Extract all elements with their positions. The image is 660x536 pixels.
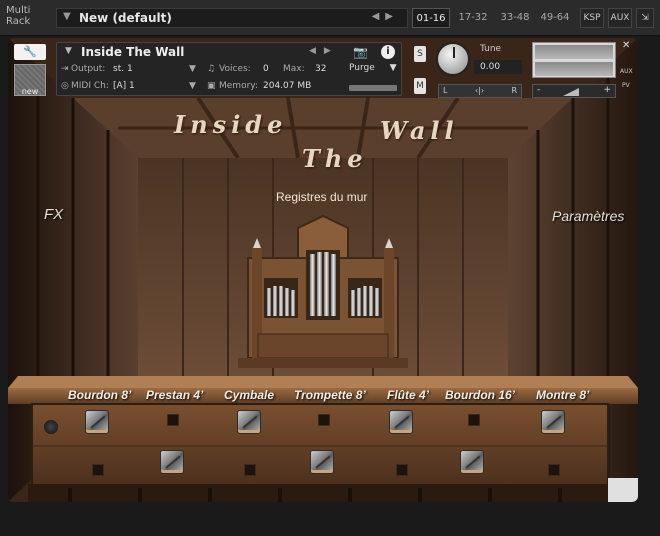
instrument-thumbnail: new (14, 64, 46, 96)
memory-icon: ▣ (207, 81, 216, 91)
side-knob-icon (44, 420, 58, 434)
instrument-dropdown-icon[interactable]: ▼ (65, 46, 72, 56)
stop-label-cymbale: Cymbale (224, 388, 275, 402)
rack-toolbar: Multi Rack ▼ New (default) ◀▶ 01-16 17-3… (0, 0, 660, 36)
pv-side-button[interactable]: PV (622, 82, 630, 89)
midi-dropdown-icon[interactable]: ▼ (189, 81, 196, 91)
instrument-panel: 🔧 new ▼ Inside The Wall ◀▶ 📷 i ⇥ Output:… (8, 38, 638, 502)
new-badge-label: new (21, 87, 39, 96)
stop-slot-cymbale-lower[interactable] (244, 464, 256, 476)
registers-subtitle: Registres du mur (276, 190, 368, 204)
page-tab-2[interactable]: 17-32 (454, 8, 492, 28)
purge-indicator (349, 85, 397, 91)
title-word-the: The (302, 144, 368, 173)
fx-page-button[interactable]: FX (44, 206, 63, 223)
stop-slot-montre-8-lower[interactable] (548, 464, 560, 476)
page-tab-1[interactable]: 01-16 (412, 8, 450, 28)
volume-slider[interactable]: - + (532, 84, 616, 98)
pan-slider[interactable]: L ‹|› R (438, 84, 522, 98)
max-voices-field[interactable]: 32 (315, 64, 326, 74)
memory-value: 204.07 MB (263, 81, 312, 91)
stop-label-montre-8: Montre 8’ (536, 388, 590, 402)
stop-slot-flute-4-lower[interactable] (396, 464, 408, 476)
instrument-header: 🔧 new ▼ Inside The Wall ◀▶ 📷 i ⇥ Output:… (8, 38, 638, 100)
stop-knob-prestan-4[interactable] (160, 450, 184, 474)
aux-side-button[interactable]: AUX (620, 68, 633, 75)
aux-button[interactable]: AUX (608, 8, 632, 28)
close-icon[interactable]: ✕ (622, 40, 630, 51)
stop-knob-flute-4[interactable] (389, 410, 413, 434)
stop-slot-trompette-8[interactable] (318, 414, 330, 426)
tune-label: Tune (480, 44, 502, 54)
instrument-name: Inside The Wall (81, 45, 185, 59)
tune-value-field[interactable]: 0.00 (474, 60, 522, 74)
minimize-icon[interactable]: ⇲ (636, 8, 654, 28)
pan-left-label: L (443, 86, 448, 95)
voices-value: 0 (263, 64, 269, 74)
meter-left (535, 45, 613, 59)
output-dropdown-icon[interactable]: ▼ (189, 64, 196, 74)
volume-triangle-icon (563, 88, 579, 96)
stop-knob-montre-8[interactable] (541, 410, 565, 434)
solo-button[interactable]: S (414, 46, 426, 62)
title-word-inside: Inside (174, 110, 288, 139)
ksp-button[interactable]: KSP (580, 8, 604, 28)
memory-label: Memory: (219, 81, 258, 91)
stop-knob-bourdon-16[interactable] (460, 450, 484, 474)
stop-slot-bourdon-8-lower[interactable] (92, 464, 104, 476)
pan-right-label: R (511, 86, 517, 95)
voices-icon: ♫ (207, 64, 216, 74)
stop-slot-prestan-4[interactable] (167, 414, 179, 426)
volume-plus[interactable]: + (603, 85, 611, 95)
page-tab-3[interactable]: 33-48 (496, 8, 534, 28)
stop-knob-bourdon-8[interactable] (85, 410, 109, 434)
title-word-wall: Wall (380, 116, 459, 145)
rack-prev-next-icons[interactable]: ◀▶ (372, 11, 399, 22)
stop-slot-bourdon-16[interactable] (468, 414, 480, 426)
rack-name: New (default) (79, 11, 172, 25)
instrument-prev-next-icons[interactable]: ◀▶ (309, 46, 339, 56)
instrument-info-box: ▼ Inside The Wall ◀▶ 📷 i ⇥ Output: st. 1… (56, 42, 402, 96)
stop-label-trompette-8: Trompette 8’ (294, 388, 366, 402)
level-meters (532, 42, 616, 78)
info-icon[interactable]: i (381, 45, 395, 59)
midi-icon: ◎ (61, 81, 69, 91)
purge-label: Purge (349, 63, 375, 73)
midi-channel-select[interactable]: [A] 1 (113, 81, 135, 91)
rack-name-field[interactable]: ▼ New (default) ◀▶ (56, 8, 408, 28)
rack-dropdown-icon[interactable]: ▼ (63, 11, 71, 22)
camera-icon[interactable]: 📷 (353, 45, 368, 59)
wrench-icon[interactable]: 🔧 (14, 44, 46, 60)
tune-knob[interactable] (436, 42, 470, 76)
stop-knob-trompette-8[interactable] (310, 450, 334, 474)
parameters-page-button[interactable]: Paramètres (552, 208, 624, 224)
max-label: Max: (283, 64, 305, 74)
mute-button[interactable]: M (414, 78, 426, 94)
output-icon: ⇥ (61, 64, 69, 74)
purge-dropdown-icon: ▼ (389, 63, 397, 73)
stop-knob-cymbale[interactable] (237, 410, 261, 434)
stop-label-bourdon-8: Bourdon 8’ (68, 388, 132, 402)
midi-label: MIDI Ch: (71, 81, 109, 91)
pan-center-icon: ‹|› (475, 86, 485, 95)
page-tab-4[interactable]: 49-64 (536, 8, 574, 28)
voices-label: Voices: (219, 64, 251, 74)
stop-label-flute-4: Flûte 4’ (387, 388, 430, 402)
volume-minus[interactable]: - (537, 85, 540, 95)
output-label: Output: (71, 64, 106, 74)
meter-right (535, 62, 613, 76)
stop-label-prestan-4: Prestan 4’ (146, 388, 204, 402)
purge-dropdown[interactable]: Purge ▼ (349, 63, 399, 77)
output-select[interactable]: st. 1 (113, 64, 133, 74)
multi-rack-label: Multi Rack (6, 5, 31, 27)
stop-label-bourdon-16: Bourdon 16’ (445, 388, 516, 402)
